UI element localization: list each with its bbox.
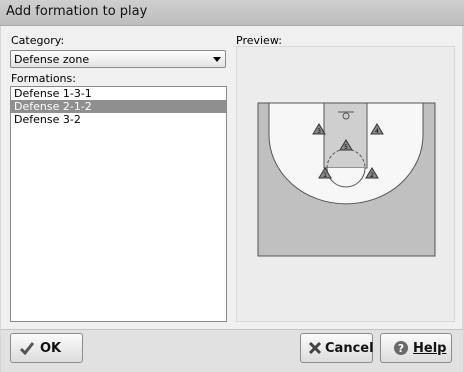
help-button[interactable]: ? Help	[380, 333, 452, 363]
ok-button[interactable]: OK	[10, 333, 83, 363]
window-title: Add formation to play	[6, 4, 148, 19]
player-number: 5	[344, 144, 348, 151]
court-diagram: 3 4 5 1 2	[257, 102, 436, 257]
x-icon	[307, 340, 323, 360]
help-label: Help	[413, 341, 447, 356]
help-icon: ?	[393, 340, 409, 360]
cancel-label: Cancel	[325, 341, 374, 356]
list-item[interactable]: Defense 1-3-1	[11, 87, 226, 100]
formations-label: Formations:	[11, 72, 76, 85]
player-number: 4	[375, 128, 379, 135]
cancel-button[interactable]: Cancel	[300, 333, 374, 363]
chevron-down-icon	[213, 57, 221, 62]
checkmark-icon	[19, 340, 35, 360]
category-dropdown[interactable]: Defense zone	[10, 50, 226, 68]
preview-panel: 3 4 5 1 2	[236, 46, 455, 322]
svg-text:?: ?	[398, 342, 404, 355]
player-number: 2	[370, 172, 374, 179]
title-bar[interactable]: Add formation to play	[0, 0, 464, 26]
formations-list[interactable]: Defense 1-3-1 Defense 2-1-2 Defense 3-2	[10, 86, 227, 322]
player-number: 3	[317, 128, 321, 135]
player-number: 1	[323, 172, 327, 179]
ok-label: OK	[40, 341, 62, 356]
category-label: Category:	[11, 34, 65, 47]
list-item-selected[interactable]: Defense 2-1-2	[11, 100, 226, 113]
list-item[interactable]: Defense 3-2	[11, 113, 226, 126]
category-value: Defense zone	[14, 53, 90, 66]
